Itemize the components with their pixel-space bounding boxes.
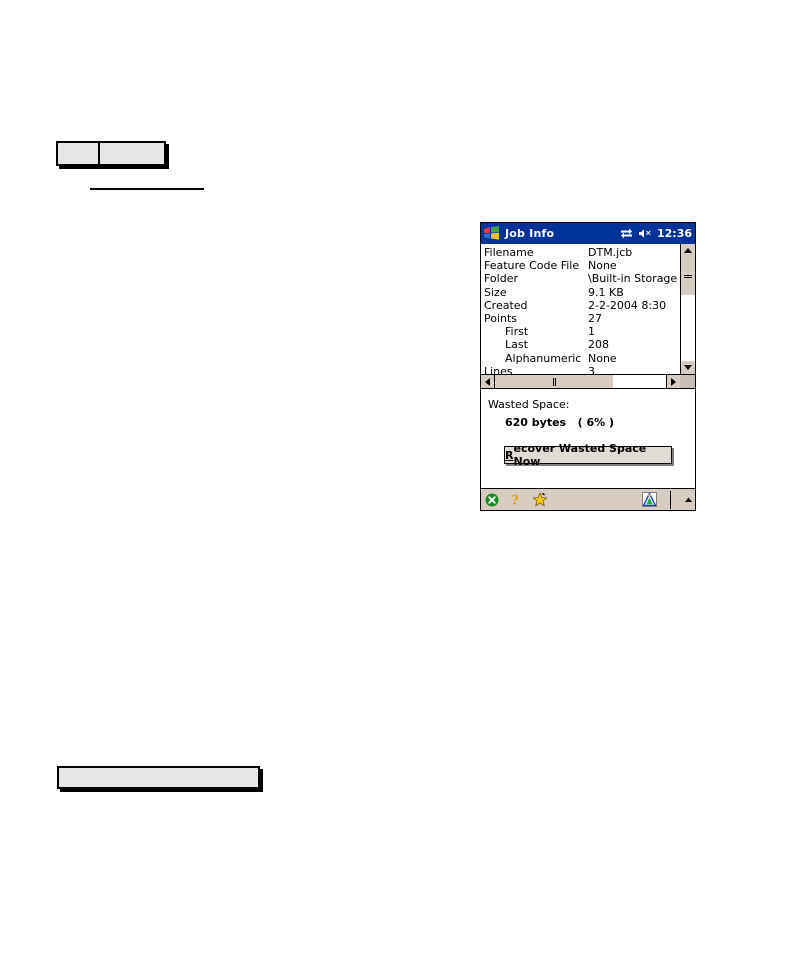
info-row-key: Lines — [484, 364, 513, 374]
info-row[interactable]: Alphanumeric None — [484, 352, 680, 365]
info-row-key: Created — [484, 298, 528, 312]
info-row-key: First — [505, 325, 529, 339]
info-row-value: 3 — [588, 364, 595, 374]
info-row-value: DTM.jcb — [588, 246, 633, 259]
wasted-space-label: Wasted Space: — [488, 398, 570, 411]
wasted-space-panel: Wasted Space: 620 bytes ( 6% ) Recover W… — [481, 389, 695, 488]
clock-label: 12:36 — [656, 227, 692, 240]
survey-triangle-icon[interactable] — [642, 492, 657, 507]
info-row-key: Size — [484, 285, 507, 299]
connectivity-icon[interactable] — [620, 228, 633, 239]
horizontal-scroll-track[interactable] — [495, 375, 666, 388]
info-row-key: Filename — [484, 246, 534, 259]
redacted-box-medium — [98, 141, 166, 166]
help-question-icon[interactable]: ? — [510, 492, 521, 508]
info-row-key: Folder — [484, 272, 518, 286]
speaker-muted-icon[interactable] — [638, 228, 652, 239]
job-info-list[interactable]: Filename DTM.jcb Feature Code File None Fold… — [481, 244, 680, 374]
horizontal-scroll-thumb[interactable] — [495, 375, 613, 388]
window-titlebar: Job Info 12:36 — [481, 223, 695, 244]
favorites-star-icon[interactable] — [532, 492, 548, 507]
horizontal-scrollbar[interactable] — [481, 375, 695, 389]
info-row[interactable]: Filename DTM.jcb — [484, 246, 680, 259]
info-row[interactable]: Last 208 — [484, 338, 680, 351]
info-row-key: Alphanumeric — [505, 351, 582, 365]
close-button-icon[interactable] — [485, 493, 499, 507]
info-row-key: Last — [505, 338, 528, 352]
info-row[interactable]: Lines 3 — [484, 365, 680, 374]
info-row-value: 1 — [588, 325, 595, 339]
taskbar-divider — [670, 490, 671, 509]
info-list-region: Filename DTM.jcb Feature Code File None Fold… — [481, 244, 695, 375]
redacted-box-small — [56, 141, 102, 166]
pocketpc-window: Job Info 12:36 Filename DTM.jcb Feature Co… — [480, 222, 696, 511]
info-row-value: None — [588, 259, 617, 273]
vertical-scroll-track[interactable] — [681, 257, 695, 361]
window-title: Job Info — [505, 227, 555, 240]
info-row-value: 2-2-2004 8:30 — [588, 298, 667, 312]
info-row[interactable]: Size 9.1 KB — [484, 286, 680, 299]
scroll-down-arrow-icon[interactable] — [681, 361, 695, 374]
info-row-value: 9.1 KB — [588, 285, 624, 299]
button-accelerator-letter: R — [505, 448, 514, 462]
info-row-value: None — [588, 351, 617, 365]
horizontal-rule — [90, 188, 204, 190]
vertical-scroll-thumb[interactable] — [681, 257, 695, 295]
info-row-key: Points — [484, 311, 518, 325]
info-row-value: 208 — [588, 338, 609, 352]
scroll-right-arrow-icon[interactable] — [666, 375, 680, 388]
info-row-key: Feature Code File — [484, 259, 580, 273]
windows-flag-icon[interactable] — [483, 226, 500, 241]
scroll-left-arrow-icon[interactable] — [481, 375, 495, 388]
info-row[interactable]: Points 27 — [484, 312, 680, 325]
info-row[interactable]: First 1 — [484, 325, 680, 338]
wasted-space-value: 620 bytes ( 6% ) — [505, 416, 614, 429]
svg-text:?: ? — [511, 494, 519, 508]
scroll-up-arrow-icon[interactable] — [681, 244, 695, 257]
recover-wasted-space-button[interactable]: Recover Wasted Space Now — [504, 442, 672, 468]
info-row[interactable]: Folder \Built-in Storage — [484, 272, 680, 285]
redacted-box-wide — [57, 766, 260, 789]
bottom-taskbar: ? — [481, 488, 695, 510]
window-client-area: Filename DTM.jcb Feature Code File None Fold… — [481, 244, 695, 510]
info-row[interactable]: Created 2-2-2004 8:30 — [484, 299, 680, 312]
tray-expand-arrow-icon[interactable] — [684, 496, 693, 504]
button-label-rest: ecover Wasted Space Now — [513, 442, 647, 468]
info-row[interactable]: Feature Code File None — [484, 259, 680, 272]
info-row-value: 27 — [588, 311, 602, 325]
titlebar-status-area: 12:36 — [620, 227, 692, 240]
vertical-scrollbar[interactable] — [680, 244, 695, 374]
info-row-value: \Built-in Storage — [588, 272, 678, 286]
scrollbar-corner — [680, 375, 695, 388]
